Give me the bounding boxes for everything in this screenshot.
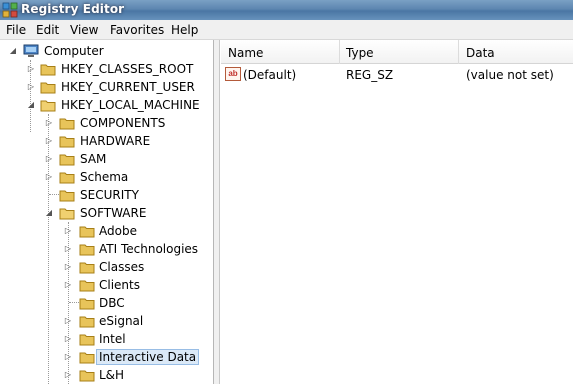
expand-arrow-icon[interactable]: ▷ [63,333,73,345]
folder-icon [79,316,95,328]
tree-node-hkey-local-machine[interactable]: ◢ HKEY_LOCAL_MACHINE [0,96,213,114]
menu-bar: File Edit View Favorites Help [0,20,573,40]
expand-arrow-icon[interactable]: ▷ [63,279,73,291]
tree-node-label-selected: Interactive Data [96,349,200,365]
value-data: (value not set) [466,68,554,82]
tree-node-hkey-classes-root[interactable]: ▷ HKEY_CLASSES_ROOT [0,60,213,78]
tree-node-hkey-current-user[interactable]: ▷ HKEY_CURRENT_USER [0,78,213,96]
tree-node-sam[interactable]: ▷ SAM [0,150,213,168]
tree-node-hardware[interactable]: ▷ HARDWARE [0,132,213,150]
tree-node-security[interactable]: SECURITY [0,186,213,204]
expand-arrow-icon[interactable]: ▷ [44,171,54,183]
tree-node-label: COMPONENTS [80,116,166,130]
tree-node-label: SAM [80,152,107,166]
registry-tree[interactable]: ◢ Computer ▷ HKEY_CLASSES_ROOT ▷ HKEY_CU… [0,40,214,384]
folder-icon [79,226,95,238]
string-value-icon: ab [225,67,241,81]
tree-node-label: L&H [99,368,125,382]
folder-icon [59,154,75,166]
column-header-name[interactable]: Name [228,46,263,60]
folder-icon [79,298,95,310]
collapse-arrow-icon[interactable]: ◢ [44,207,54,219]
folder-icon [59,190,75,202]
expand-arrow-icon[interactable]: ▷ [63,243,73,255]
title-bar: Registry Editor [0,0,573,20]
tree-node-clients[interactable]: ▷ Clients [0,276,213,294]
open-folder-icon [40,100,56,112]
collapse-arrow-icon[interactable]: ◢ [26,99,36,111]
tree-node-label: HKEY_LOCAL_MACHINE [61,98,200,112]
tree-node-label: eSignal [99,314,144,328]
tree-node-ati-technologies[interactable]: ▷ ATI Technologies [0,240,213,258]
menu-view[interactable]: View [70,23,98,37]
values-list[interactable]: Name Type Data ab (Default) REG_SZ (valu… [221,40,573,384]
folder-icon [59,172,75,184]
tree-node-label: Schema [80,170,129,184]
tree-node-dbc[interactable]: DBC [0,294,213,312]
window-title: Registry Editor [21,2,125,16]
list-header: Name Type Data [221,40,573,64]
tree-node-label: SECURITY [80,188,139,202]
tree-node-label: Intel [99,332,126,346]
tree-node-label: Classes [99,260,145,274]
open-folder-icon [59,208,75,220]
tree-node-label: HKEY_CURRENT_USER [61,80,195,94]
computer-icon [23,44,39,57]
expand-arrow-icon[interactable]: ▷ [44,153,54,165]
tree-node-schema[interactable]: ▷ Schema [0,168,213,186]
tree-node-label: HKEY_CLASSES_ROOT [61,62,194,76]
value-type: REG_SZ [346,68,394,82]
expand-arrow-icon[interactable]: ▷ [44,135,54,147]
expand-arrow-icon[interactable]: ▷ [63,261,73,273]
expand-arrow-icon[interactable]: ▷ [63,315,73,327]
menu-edit[interactable]: Edit [36,23,59,37]
expand-arrow-icon[interactable]: ▷ [63,351,73,363]
menu-help[interactable]: Help [171,23,198,37]
value-name: (Default) [243,68,297,82]
tree-node-label: SOFTWARE [80,206,147,220]
folder-icon [59,136,75,148]
column-header-type[interactable]: Type [346,46,374,60]
folder-icon [40,64,56,76]
expand-arrow-icon[interactable]: ▷ [63,369,73,381]
tree-node-interactive-data[interactable]: ▷ Interactive Data [0,348,213,366]
expand-arrow-icon[interactable]: ▷ [26,63,36,75]
column-divider[interactable] [458,40,459,64]
folder-icon [79,352,95,364]
tree-node-label: Computer [44,44,104,58]
expand-arrow-icon[interactable]: ▷ [44,117,54,129]
tree-node-components[interactable]: ▷ COMPONENTS [0,114,213,132]
registry-editor-icon [2,2,18,18]
tree-node-adobe[interactable]: ▷ Adobe [0,222,213,240]
tree-node-label: Adobe [99,224,137,238]
menu-file[interactable]: File [6,23,26,37]
column-header-data[interactable]: Data [466,46,495,60]
column-divider[interactable] [339,40,340,64]
tree-node-classes[interactable]: ▷ Classes [0,258,213,276]
folder-icon [79,244,95,256]
tree-node-intel[interactable]: ▷ Intel [0,330,213,348]
folder-icon [79,280,95,292]
menu-favorites[interactable]: Favorites [110,23,164,37]
folder-icon [59,118,75,130]
folder-icon [79,370,95,382]
expand-arrow-icon[interactable]: ▷ [63,225,73,237]
tree-node-esignal[interactable]: ▷ eSignal [0,312,213,330]
tree-node-label: Clients [99,278,140,292]
tree-node-l-and-h[interactable]: ▷ L&H [0,366,213,384]
pane-splitter[interactable] [214,40,220,384]
tree-node-computer[interactable]: ◢ Computer [0,42,213,60]
folder-icon [79,334,95,346]
table-row[interactable]: ab (Default) REG_SZ (value not set) [221,66,573,84]
tree-node-label: DBC [99,296,125,310]
expand-arrow-icon[interactable]: ▷ [26,81,36,93]
collapse-arrow-icon[interactable]: ◢ [8,45,18,57]
folder-icon [79,262,95,274]
tree-node-label: ATI Technologies [99,242,199,256]
tree-node-label: HARDWARE [80,134,151,148]
tree-node-software[interactable]: ◢ SOFTWARE [0,204,213,222]
folder-icon [40,82,56,94]
